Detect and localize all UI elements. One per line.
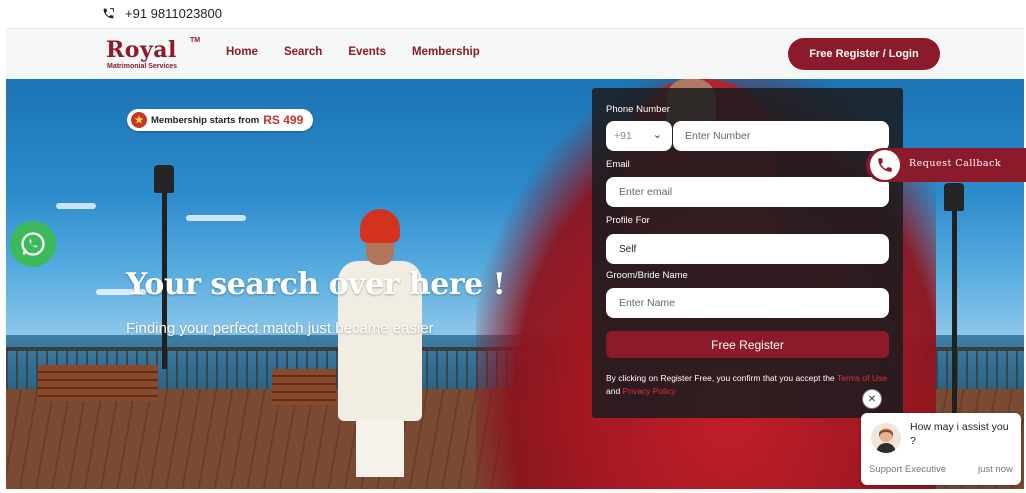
- name-label: Groom/Bride Name: [606, 270, 688, 281]
- registration-form: Phone Number +91 ⌄ Enter Number Email En…: [592, 88, 903, 418]
- bench: [38, 365, 158, 401]
- main-navbar: Royal TM Matrimonial Services Home Searc…: [6, 28, 1024, 79]
- groom-turban: [360, 209, 400, 243]
- phone-call-icon: [870, 150, 900, 180]
- profile-for-label: Profile For: [606, 215, 650, 226]
- lamp-head: [154, 165, 174, 193]
- cloud: [186, 215, 246, 221]
- membership-price-badge[interactable]: ★ Membership starts from RS 499: [127, 109, 314, 131]
- bench: [272, 369, 336, 405]
- logo-brand: Royal: [106, 37, 177, 63]
- nav-item-events[interactable]: Events: [348, 46, 386, 58]
- profile-for-select[interactable]: Self: [606, 234, 889, 264]
- top-contact-bar: +91 9811023800: [0, 0, 1026, 28]
- free-register-login-button[interactable]: Free Register / Login: [788, 38, 940, 70]
- star-icon: ★: [131, 112, 147, 128]
- terms-text: By clicking on Register Free, you confir…: [606, 372, 894, 398]
- hero-title: Your search over here !: [126, 267, 506, 302]
- whatsapp-button[interactable]: [10, 221, 56, 267]
- country-code-value: +91: [614, 130, 632, 142]
- support-avatar: [871, 423, 901, 453]
- contact-phone[interactable]: +91 9811023800: [102, 6, 222, 21]
- nav-item-membership[interactable]: Membership: [412, 46, 480, 58]
- terms-and: and: [606, 386, 621, 396]
- email-input[interactable]: Enter email: [606, 177, 889, 207]
- site-logo[interactable]: Royal TM Matrimonial Services: [106, 37, 206, 75]
- nav-item-home[interactable]: Home: [226, 46, 258, 58]
- privacy-link[interactable]: Privacy Policy: [623, 386, 676, 396]
- request-callback-button[interactable]: Request Callback: [866, 148, 1026, 182]
- free-register-button[interactable]: Free Register: [606, 331, 889, 358]
- badge-price: RS 499: [263, 113, 304, 127]
- whatsapp-icon: [21, 232, 45, 256]
- country-code-select[interactable]: +91 ⌄: [606, 121, 672, 151]
- phone-label: Phone Number: [606, 104, 670, 115]
- groom-legs: [356, 419, 404, 477]
- terms-link[interactable]: Terms of Use: [837, 373, 887, 383]
- chat-message: How may i assist you ?: [910, 421, 1009, 447]
- close-icon[interactable]: ✕: [862, 389, 882, 409]
- terms-prefix: By clicking on Register Free, you confir…: [606, 373, 835, 383]
- groom-figure: [332, 209, 430, 479]
- logo-subtitle: Matrimonial Services: [107, 63, 178, 70]
- logo-trademark: TM: [190, 37, 201, 44]
- phone-icon: [103, 8, 114, 19]
- chevron-down-icon: ⌄: [652, 129, 662, 141]
- lamp-head: [944, 183, 964, 211]
- badge-text: Membership starts from: [151, 114, 260, 126]
- cloud: [56, 203, 96, 209]
- phone-number-input[interactable]: Enter Number: [673, 121, 889, 151]
- nav-item-search[interactable]: Search: [284, 46, 322, 58]
- nav-links: Home Search Events Membership: [226, 46, 506, 58]
- request-callback-label: Request Callback: [909, 158, 1002, 169]
- chat-agent: Support Executive: [869, 464, 947, 475]
- support-chat-widget[interactable]: How may i assist you ? Support Executive…: [861, 413, 1021, 485]
- name-input[interactable]: Enter Name: [606, 288, 889, 318]
- chat-time: just now: [978, 464, 1013, 475]
- contact-phone-number: +91 9811023800: [125, 6, 222, 21]
- email-label: Email: [606, 159, 630, 170]
- lamp-post: [952, 199, 957, 419]
- hero-subtitle: Finding your perfect match just became e…: [126, 320, 434, 337]
